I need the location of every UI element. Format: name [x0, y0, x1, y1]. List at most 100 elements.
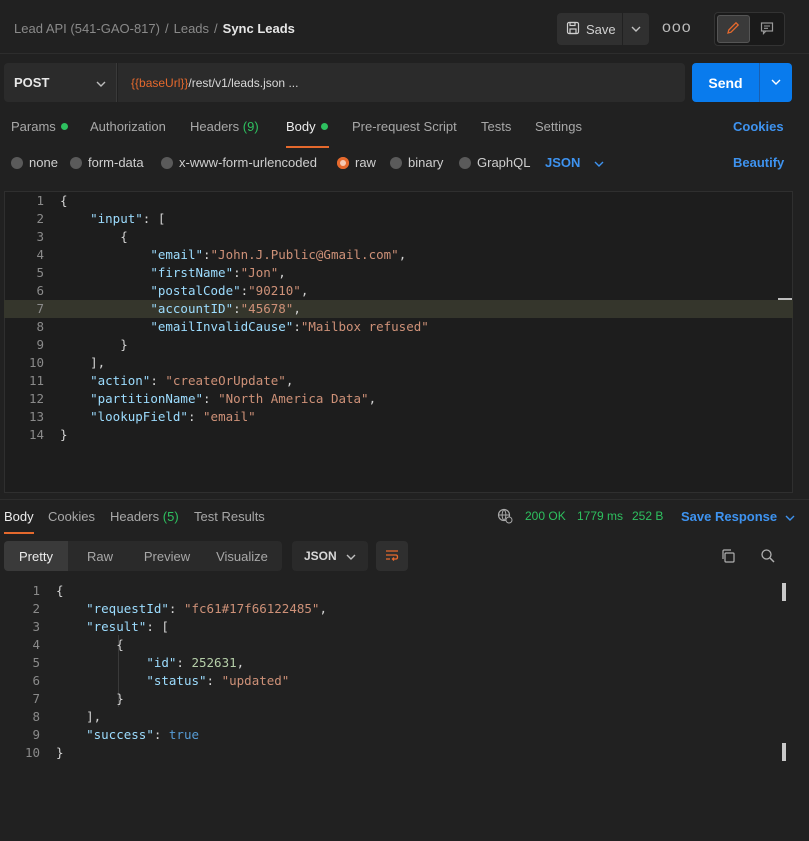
line-number: 9 — [36, 337, 44, 352]
url-input[interactable]: {{baseUrl}}/rest/v1/leads.json ... — [118, 63, 685, 102]
tab-params[interactable]: Params — [11, 119, 68, 134]
code-line[interactable]: 9 } — [4, 336, 793, 354]
save-button-group: Save — [557, 13, 649, 45]
tab-pre-request-script[interactable]: Pre-request Script — [352, 119, 457, 134]
code-line[interactable]: 10} — [0, 744, 784, 762]
code-line[interactable]: 5 "id": 252631, — [0, 654, 784, 672]
radio-none[interactable]: none — [11, 155, 58, 170]
tab-headers[interactable]: Headers (9) — [190, 119, 259, 134]
search-icon[interactable] — [760, 548, 776, 567]
save-options-button[interactable] — [623, 13, 649, 45]
code-line[interactable]: 3 { — [4, 228, 793, 246]
params-indicator-dot — [60, 123, 68, 130]
tab-settings[interactable]: Settings — [535, 119, 582, 134]
body-format-select[interactable]: JSON — [545, 155, 604, 170]
code-line[interactable]: 2 "requestId": "fc61#17f66122485", — [0, 600, 784, 618]
tab-authorization[interactable]: Authorization — [90, 119, 166, 134]
more-actions-button[interactable]: ooo — [662, 19, 692, 37]
radio-binary[interactable]: binary — [390, 155, 443, 170]
code-line[interactable]: 1{ — [0, 582, 784, 600]
wrap-icon — [384, 548, 400, 565]
line-number: 1 — [36, 193, 44, 208]
code-line[interactable]: 7 "accountID":"45678", — [4, 300, 793, 318]
breadcrumb: Lead API (541-GAO-817) / Leads / Sync Leads — [14, 21, 295, 36]
chevron-down-icon — [771, 77, 781, 88]
response-time[interactable]: 1779 ms — [577, 509, 623, 523]
save-response-button[interactable]: Save Response — [681, 509, 795, 524]
code-text: "firstName":"Jon", — [150, 265, 286, 280]
line-number: 6 — [36, 283, 44, 298]
status-code[interactable]: 200 OK — [525, 509, 566, 523]
code-text: "action": "createOrUpdate", — [90, 373, 294, 388]
send-options-button[interactable] — [760, 63, 792, 102]
globe-icon[interactable] — [497, 508, 513, 527]
pencil-icon — [726, 21, 740, 38]
save-button[interactable]: Save — [557, 13, 623, 45]
tab-body[interactable]: Body — [286, 119, 328, 134]
code-line[interactable]: 7 } — [0, 690, 784, 708]
tab-tests[interactable]: Tests — [481, 119, 511, 134]
code-line[interactable]: 11 "action": "createOrUpdate", — [4, 372, 793, 390]
response-tab-test-results[interactable]: Test Results — [194, 509, 265, 524]
line-number: 5 — [36, 265, 44, 280]
code-text: ], — [60, 355, 106, 370]
line-number: 3 — [36, 229, 44, 244]
code-line[interactable]: 13 "lookupField": "email" — [4, 408, 793, 426]
send-button[interactable]: Send — [692, 63, 760, 102]
line-number: 2 — [36, 211, 44, 226]
code-line[interactable]: 4 "email":"John.J.Public@Gmail.com", — [4, 246, 793, 264]
code-text: "id": 252631, — [146, 655, 245, 670]
code-line[interactable]: 8 ], — [0, 708, 784, 726]
copy-icon[interactable] — [720, 548, 736, 567]
radio-graphql[interactable]: GraphQL — [459, 155, 530, 170]
response-tab-headers[interactable]: Headers (5) — [110, 509, 179, 524]
method-label: POST — [14, 75, 50, 90]
view-raw[interactable]: Raw — [68, 541, 132, 571]
code-line[interactable]: 14} — [4, 426, 793, 444]
beautify-button[interactable]: Beautify — [733, 155, 784, 170]
code-text: { — [60, 193, 68, 208]
code-text: "requestId": "fc61#17f66122485", — [86, 601, 327, 616]
active-response-tab-indicator — [4, 532, 34, 534]
comment-mode-button[interactable] — [752, 15, 783, 43]
radio-raw[interactable]: raw — [337, 155, 376, 170]
code-line[interactable]: 8 "emailInvalidCause":"Mailbox refused" — [4, 318, 793, 336]
wrap-lines-button[interactable] — [376, 541, 408, 571]
view-pretty[interactable]: Pretty — [4, 541, 68, 571]
breadcrumb-folder[interactable]: Leads — [174, 21, 209, 36]
line-number: 3 — [32, 619, 40, 634]
chevron-down-icon — [346, 549, 356, 563]
edit-mode-button[interactable] — [717, 15, 750, 43]
code-line[interactable]: 3 "result": [ — [0, 618, 784, 636]
view-visualize[interactable]: Visualize — [202, 541, 282, 571]
chevron-down-icon — [785, 509, 795, 524]
response-divider[interactable] — [0, 499, 809, 500]
code-line[interactable]: 4 { — [0, 636, 784, 654]
breadcrumb-collection[interactable]: Lead API (541-GAO-817) — [14, 21, 160, 36]
view-preview[interactable]: Preview — [132, 541, 202, 571]
code-text: } — [60, 337, 128, 352]
code-line[interactable]: 2 "input": [ — [4, 210, 793, 228]
code-text: "postalCode":"90210", — [150, 283, 309, 298]
cookies-link[interactable]: Cookies — [733, 119, 784, 134]
breadcrumb-request[interactable]: Sync Leads — [223, 21, 295, 36]
line-number: 12 — [28, 391, 44, 406]
radio-circle — [459, 156, 471, 169]
response-size[interactable]: 252 B — [632, 509, 663, 523]
radio-x-www-form-urlencoded[interactable]: x-www-form-urlencoded — [161, 155, 317, 170]
code-text: } — [56, 691, 124, 706]
code-line[interactable]: 10 ], — [4, 354, 793, 372]
code-line[interactable]: 9 "success": true — [0, 726, 784, 744]
response-tab-cookies[interactable]: Cookies — [48, 509, 95, 524]
response-tab-body[interactable]: Body — [4, 509, 34, 524]
code-line[interactable]: 6 "postalCode":"90210", — [4, 282, 793, 300]
code-line[interactable]: 1{ — [4, 192, 793, 210]
line-number: 2 — [32, 601, 40, 616]
method-select[interactable]: POST — [4, 63, 117, 102]
code-line[interactable]: 12 "partitionName": "North America Data"… — [4, 390, 793, 408]
code-line[interactable]: 6 "status": "updated" — [0, 672, 784, 690]
radio-form-data[interactable]: form-data — [70, 155, 144, 170]
code-line[interactable]: 5 "firstName":"Jon", — [4, 264, 793, 282]
line-number: 11 — [28, 373, 44, 388]
response-format-select[interactable]: JSON — [292, 541, 368, 571]
